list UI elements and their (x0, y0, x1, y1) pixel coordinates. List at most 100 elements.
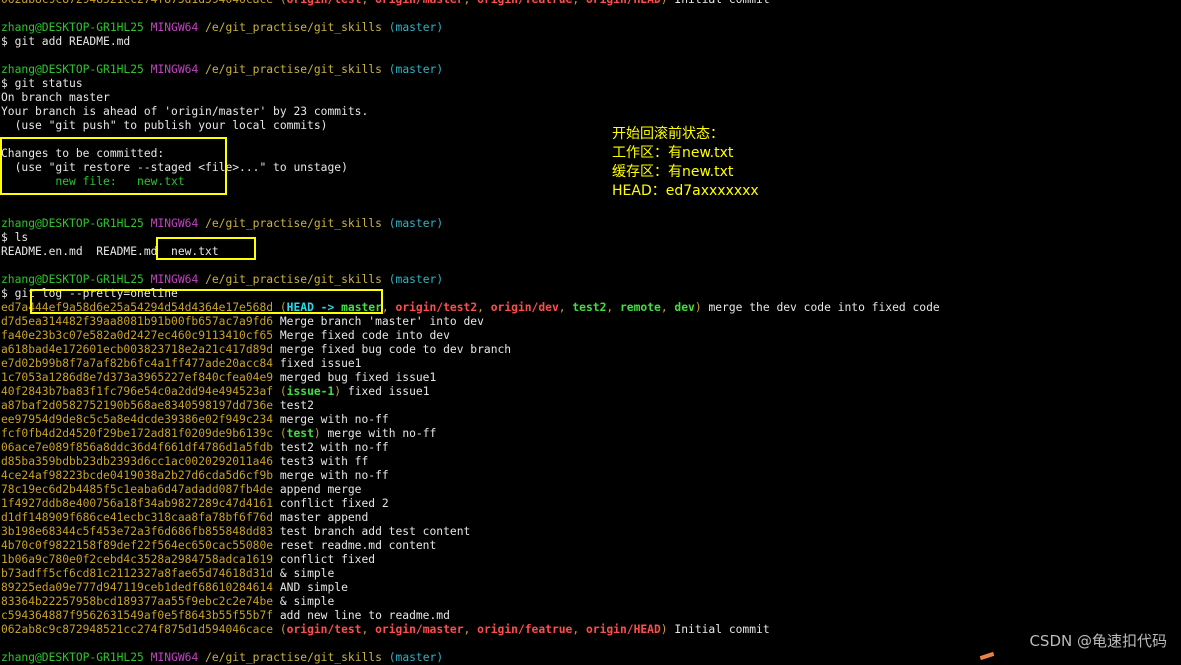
terminal-text-segment: test branch add test content (279, 525, 471, 538)
terminal-text-segment: /e/git_practise/git_skills (205, 21, 382, 34)
terminal-line: Your branch is ahead of 'origin/master' … (1, 105, 1181, 119)
terminal-text-segment: 83364b22257958bcd189377aa55f9ebc2c2e74be (1, 595, 280, 608)
terminal-text-segment: origin/HEAD (586, 0, 661, 6)
terminal-text-segment: reset readme.md content (279, 539, 437, 552)
terminal-text-segment: a618bad4e172601ecb003823718e2a21c417d89d (1, 343, 280, 356)
terminal-line: a618bad4e172601ecb003823718e2a21c417d89d… (1, 343, 1181, 357)
terminal-text-segment: , (558, 301, 573, 314)
terminal-text-segment: merge with no-ff (279, 469, 389, 482)
terminal-text-segment: 06ace7e089f856a8ddc36d4f661df4786d1a5fdb (1, 441, 280, 454)
terminal-text-segment: dev (674, 301, 695, 314)
terminal-text-segment: , (572, 0, 586, 6)
terminal-text-segment: origin/test (286, 623, 362, 636)
terminal-line: fcf0fb4d2d4520f29be172ad81f0209de9b6139c… (1, 427, 1181, 441)
terminal-text-segment: , (381, 301, 396, 314)
terminal-text-segment: 3b198e68344c5f453e72a3f6d686fb855848dd83 (1, 525, 280, 538)
terminal-text-segment: issue-1 (286, 385, 335, 398)
terminal-text-segment: test2 (572, 301, 607, 314)
terminal-text-segment: ( (279, 427, 287, 440)
terminal-line: b73adff5cf6cd81c2112327a8fae65d74618d31d… (1, 567, 1181, 581)
terminal-text-segment: $ ls (1, 231, 29, 244)
terminal-text-segment: 1f4927ddb8e400756a18f34ab9827289c47d4161 (1, 497, 280, 510)
terminal-text-segment: /e/git_practise/git_skills (205, 651, 382, 664)
annotation-stage: 缓存区：有new.txt (612, 164, 734, 180)
terminal-text-segment: fixed issue1 (279, 357, 362, 370)
terminal-line: 1b06a9c780e0f2cebd4c3528a2984758adca1619… (1, 553, 1181, 567)
terminal-line: c594364887f9562631549af0e5f8643b55f55b7f… (1, 609, 1181, 623)
terminal-text-segment: fa40e23b3c07e582a0d2427ec460c9113410cf65 (1, 329, 280, 342)
terminal-text-segment: d85ba359bdbb23db2393d6cc1ac0020292011a46 (1, 455, 280, 468)
csdn-watermark: CSDN @龟速扣代码 (1029, 632, 1167, 650)
terminal-line: a87baf2d0582752190b568ae8340598197dd736e… (1, 399, 1181, 413)
terminal-line: 4ce24af98223bcde0419038a2b27d6cda5d6cf9b… (1, 469, 1181, 483)
annotation-workspace: 工作区：有new.txt (612, 145, 734, 161)
terminal-text-segment: Merge branch 'master' into dev (279, 315, 484, 328)
terminal-text-segment: test3 with ff (279, 455, 369, 468)
terminal-line: 1f4927ddb8e400756a18f34ab9827289c47d4161… (1, 497, 1181, 511)
terminal-text-segment: b73adff5cf6cd81c2112327a8fae65d74618d31d (1, 567, 280, 580)
terminal-text-segment: conflict fixed 2 (279, 497, 389, 510)
terminal-line: e7d02b99b8f7a7af82b6fc4a1ff477ade20acc84… (1, 357, 1181, 371)
terminal-text-segment: MINGW64 (150, 217, 199, 230)
terminal-text-segment: , (572, 623, 586, 636)
terminal-text-segment: (master) (388, 217, 444, 230)
terminal-text-segment: 062ab8c9c872948521cc274f875d1d594046cace (1, 623, 280, 636)
terminal-line: 83364b22257958bcd189377aa55f9ebc2c2e74be… (1, 595, 1181, 609)
terminal-text-segment: c594364887f9562631549af0e5f8643b55f55b7f (1, 609, 280, 622)
terminal-line: d7d5ea314482f39aa8081b91b00fb657ac7a9fd6… (1, 315, 1181, 329)
terminal-text-segment: remote (620, 301, 661, 314)
terminal-text-segment: (master) (388, 651, 444, 664)
terminal-text-segment: & simple (279, 595, 335, 608)
terminal-text-segment: $ git status (1, 77, 83, 90)
terminal-line: zhang@DESKTOP-GR1HL25 MINGW64 /e/git_pra… (1, 273, 1181, 287)
terminal-line: zhang@DESKTOP-GR1HL25 MINGW64 /e/git_pra… (1, 21, 1181, 35)
terminal-text-segment: origin/HEAD (585, 623, 661, 636)
terminal-line: ee97954d9de8c5c5a8e4dcde39386e02f949c234… (1, 413, 1181, 427)
terminal-text-segment: , (362, 0, 376, 6)
terminal-line: 062ab8c9c872948521cc274f875d1d594046cace… (1, 623, 1181, 637)
terminal-text-segment: , (660, 301, 675, 314)
terminal-text-segment: test (286, 427, 314, 440)
terminal-text-segment: origin/test2 (395, 301, 478, 314)
terminal-text-segment: test2 (279, 399, 314, 412)
terminal-text-segment: zhang@DESKTOP-GR1HL25 (1, 651, 144, 664)
annotation-title: 开始回滚前状态： (612, 126, 724, 142)
terminal-text-segment: fixed issue1 (341, 385, 430, 398)
terminal-text-segment: Initial commit (668, 0, 769, 6)
terminal-text-segment: merge with no-ff (279, 413, 389, 426)
highlight-box-ls-output (156, 237, 256, 260)
terminal-line: d1df148909f686ce41ecbc318caa8fa78bf6f76d… (1, 511, 1181, 525)
terminal-text-segment: conflict fixed (279, 553, 376, 566)
terminal-text-segment: origin/featrue (477, 623, 573, 636)
terminal-line: d85ba359bdbb23db2393d6cc1ac0020292011a46… (1, 455, 1181, 469)
terminal-text-segment: Initial commit (667, 623, 770, 636)
terminal-text-segment: zhang@DESKTOP-GR1HL25 (1, 273, 144, 286)
terminal-output[interactable]: 062ab8c9c872948521cc274f875d1d594046cace… (1, 0, 1181, 665)
terminal-text-segment: d1df148909f686ce41ecbc318caa8fa78bf6f76d (1, 511, 280, 524)
terminal-text-segment: /e/git_practise/git_skills (205, 63, 382, 76)
terminal-text-segment: origin/dev (490, 301, 559, 314)
terminal-text-segment: append merge (279, 483, 362, 496)
terminal-text-segment: zhang@DESKTOP-GR1HL25 (1, 217, 144, 230)
terminal-text-segment: (master) (388, 63, 444, 76)
terminal-text-segment: ) (694, 301, 702, 314)
terminal-line: 89225eda09e777d947119ceb1dedf68610284614… (1, 581, 1181, 595)
terminal-text-segment: merge fixed bug code to dev branch (279, 343, 512, 356)
terminal-line: 78c19ec6d2b4485f5c1eaba6d47adadd087fb4de… (1, 483, 1181, 497)
terminal-text-segment: e7d02b99b8f7a7af82b6fc4a1ff477ade20acc84 (1, 357, 280, 370)
terminal-text-segment: , (463, 623, 478, 636)
terminal-line: 4b70c0f9822158f89def22f564ec650cac55080e… (1, 539, 1181, 553)
terminal-text-segment: $ git add README.md (1, 35, 131, 48)
terminal-text-segment: zhang@DESKTOP-GR1HL25 (1, 63, 144, 76)
terminal-text-segment: master append (279, 511, 369, 524)
terminal-text-segment: AND simple (279, 581, 348, 594)
